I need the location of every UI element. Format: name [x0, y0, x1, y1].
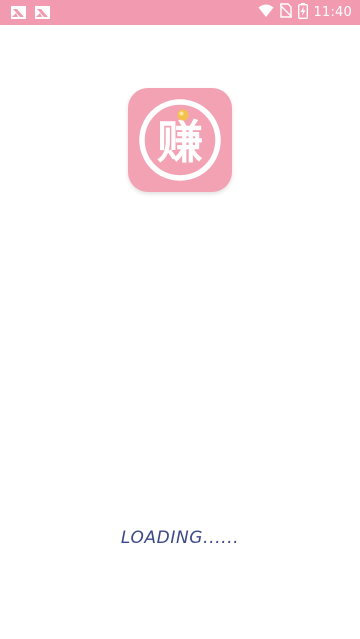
- splash-screen: 11:40 赚 LOADING......: [0, 0, 360, 639]
- status-time: 11:40: [313, 5, 352, 20]
- app-logo: 赚: [128, 88, 232, 192]
- image-notification-icon: [34, 4, 51, 21]
- coin-icon: [177, 109, 189, 121]
- logo-character: 赚: [157, 115, 203, 169]
- wifi-icon: [258, 3, 274, 22]
- image-notification-icon: [10, 4, 27, 21]
- loading-label: LOADING......: [120, 528, 240, 548]
- no-sim-icon: [279, 3, 293, 22]
- status-bar: 11:40: [0, 0, 360, 25]
- battery-charging-icon: [297, 2, 308, 23]
- status-indicators: 11:40: [258, 0, 352, 25]
